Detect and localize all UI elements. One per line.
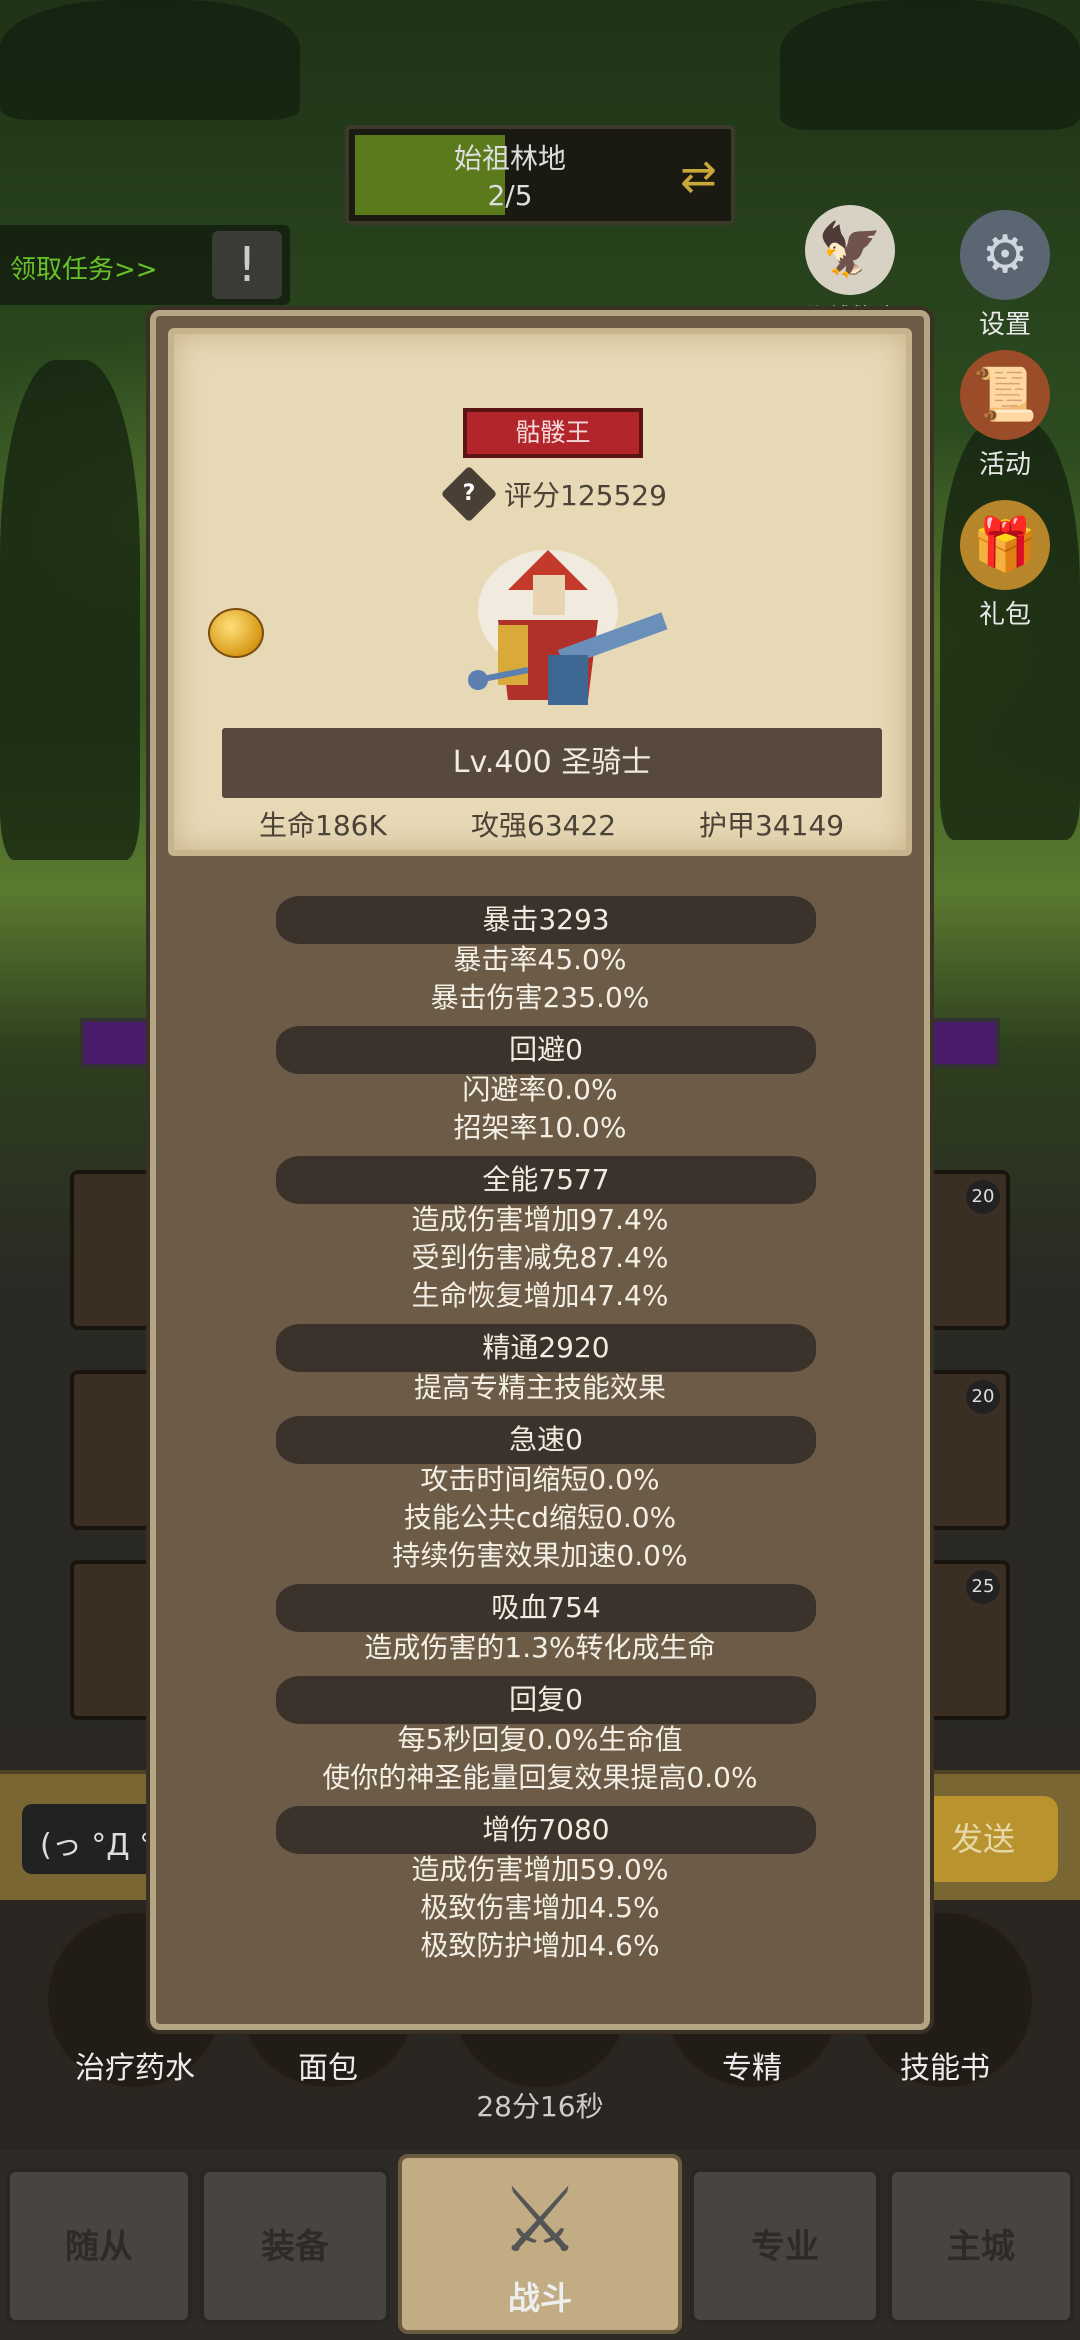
activity-label: 活动 [978,450,1031,480]
gear-icon: ⚙ [960,210,1050,300]
gift-label: 礼包 [978,600,1031,630]
tab-profession[interactable]: 专业 [690,2168,880,2324]
stat-section-header: 吸血754 [276,1584,816,1632]
stat-detail-line: 暴击率45.0% [453,943,627,976]
stat-section-header: 急速0 [276,1416,816,1464]
paladin-character-art [468,550,668,705]
alert-icon[interactable]: ! [212,231,282,299]
stat-detail-line: 攻击时间缩短0.0% [420,1463,660,1496]
base-stat-hp: 生命186K [259,809,387,842]
stat-detail-line: 技能公共cd缩短0.0% [403,1501,677,1534]
stat-detail-line: 闪避率0.0% [462,1073,618,1106]
stat-detail-line: 极致伤害增加4.5% [420,1891,660,1924]
gift-icon: 🎁 [960,500,1050,590]
stat-detail-line: 持续伤害效果加速0.0% [392,1539,688,1572]
eagle-icon: 🦅 [805,205,895,295]
tab-battle-label: 战斗 [507,2279,572,2317]
stat-section-header: 回复0 [276,1676,816,1724]
activity-button[interactable]: 📜 活动 [950,350,1060,481]
quest-label: 领取任务>> [10,255,158,285]
tab-main-city[interactable]: 主城 [888,2168,1074,2324]
crossed-swords-icon: ⚔ [499,2168,581,2273]
stat-detail-line: 每5秒回复0.0%生命值 [397,1723,683,1756]
xp-bar-left [80,1018,160,1068]
stat-detail-line: 暴击伤害235.0% [430,981,650,1014]
stage-name: 始祖林地 [453,142,566,175]
settings-button[interactable]: ⚙ 设置 [950,210,1060,341]
stat-detail-line: 生命恢复增加47.4% [411,1279,669,1312]
stage-progress-bar: 始祖林地 2/5 ⇄ [345,125,735,225]
help-icon[interactable]: ? [440,465,498,523]
tab-followers[interactable]: 随从 [6,2168,192,2324]
bottom-nav: 随从 装备 ⚔ 战斗 专业 主城 [0,2150,1080,2340]
boss-title-badge: 骷髅王 [463,408,643,458]
stat-detail-line: 造成伤害增加97.4% [411,1203,669,1236]
switch-stage-icon[interactable]: ⇄ [680,151,717,202]
stat-section-header: 暴击3293 [276,896,816,944]
idle-timer: 28分16秒 [476,2090,604,2123]
gold-coin-icon[interactable] [208,608,264,658]
tab-equipment[interactable]: 装备 [200,2168,390,2324]
settings-label: 设置 [978,310,1031,340]
character-card: 骷髅王 ? 评分125529 Lv.400 圣骑士 生命186K 攻强63422… [168,328,912,856]
stat-section-header: 全能7577 [276,1156,816,1204]
stat-detail-line: 提高专精主技能效果 [413,1371,666,1404]
stat-detail-line: 受到伤害减免87.4% [411,1241,669,1274]
base-stat-attack: 攻强63422 [471,809,617,842]
slot-level: 20 [966,1380,1000,1414]
score-label: 评分125529 [504,479,667,512]
stat-detail-line: 极致防护增加4.6% [420,1929,660,1962]
stage-progress-text: 2/5 [487,179,533,212]
stat-detail-line: 造成伤害增加59.0% [411,1853,669,1886]
tab-battle[interactable]: ⚔ 战斗 [398,2154,682,2334]
stat-detail-line: 造成伤害的1.3%转化成生命 [364,1631,716,1664]
quest-banner[interactable]: 领取任务>> ! [0,225,290,305]
scroll-icon: 📜 [960,350,1050,440]
level-class-bar: Lv.400 圣骑士 [222,728,882,798]
gift-button[interactable]: 🎁 礼包 [950,500,1060,631]
slot-level: 20 [966,1180,1000,1214]
character-stats-panel: 骷髅王 ? 评分125529 Lv.400 圣骑士 生命186K 攻强63422… [150,310,930,2030]
stat-section-header: 回避0 [276,1026,816,1074]
stat-detail-line: 招架率10.0% [453,1111,627,1144]
stat-section-header: 增伤7080 [276,1806,816,1854]
stat-section-header: 精通2920 [276,1324,816,1372]
xp-bar-right [920,1018,1000,1068]
stat-detail-line: 使你的神圣能量回复效果提高0.0% [322,1761,758,1794]
send-button[interactable]: 发送 [908,1796,1058,1882]
slot-level: 25 [966,1570,1000,1604]
base-stat-armor: 护甲34149 [699,809,845,842]
